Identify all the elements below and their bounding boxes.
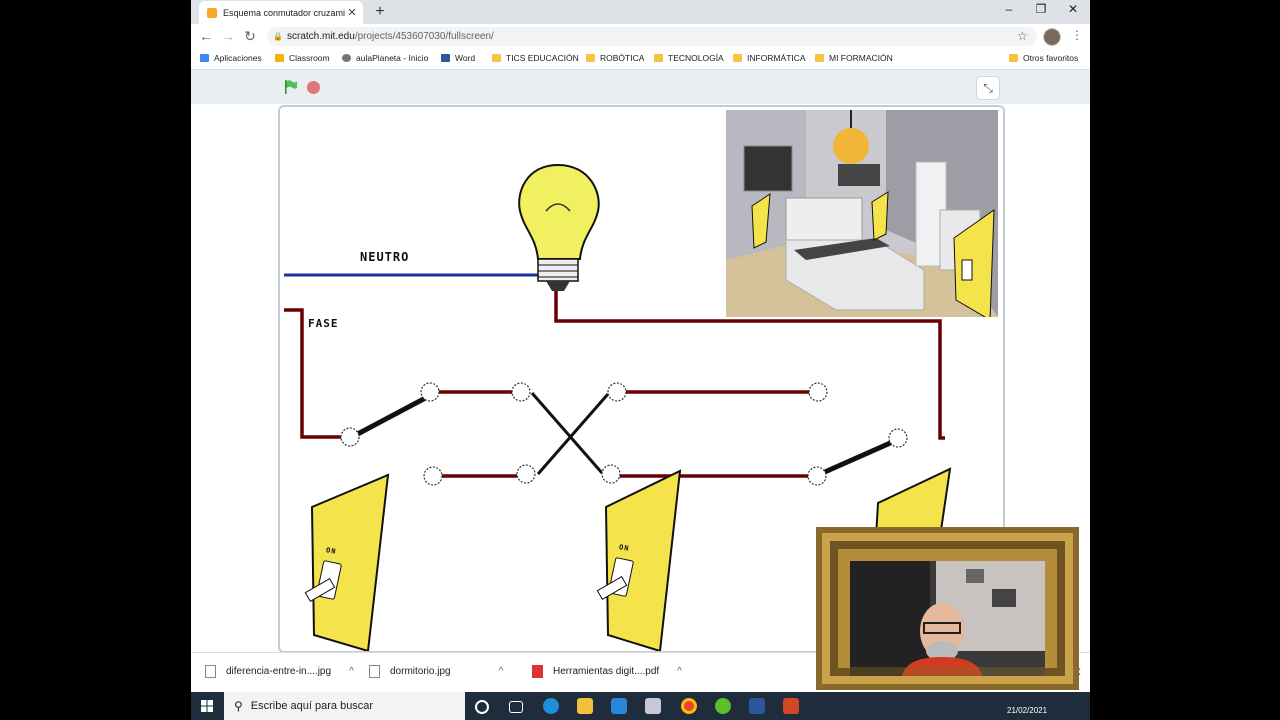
download-item[interactable]: diferencia-entre-in....jpg ^: [205, 665, 354, 678]
scratch-stage-header: ⤡: [191, 70, 1090, 104]
windows-start-icon[interactable]: [201, 700, 213, 712]
bookmark-aulaplaneta[interactable]: aulaPlaneta - Inicio: [342, 53, 428, 63]
folder-icon: [586, 54, 595, 62]
scratch-favicon-icon: [207, 7, 217, 18]
url-path: /projects/453607030/fullscreen/: [354, 31, 494, 42]
bookmark-label: Aplicaciones: [214, 53, 262, 63]
bookmark-label: Classroom: [289, 53, 330, 63]
word-taskbar-icon[interactable]: [749, 698, 765, 714]
wall-switch-left: [304, 473, 390, 651]
browser-tab[interactable]: Esquema conmutador cruzamien ✕: [199, 1, 363, 24]
close-window-button[interactable]: ✕: [1063, 2, 1083, 16]
folder-icon: [815, 54, 824, 62]
app-icon[interactable]: [715, 698, 731, 714]
globe-icon: [342, 54, 351, 62]
restore-button[interactable]: ❐: [1031, 2, 1051, 16]
green-flag-icon[interactable]: [284, 80, 298, 94]
phase-label: FASE: [308, 317, 339, 330]
webcam-overlay: [816, 527, 1079, 690]
apps-grid-icon: [200, 54, 209, 62]
classroom-icon: [275, 54, 284, 62]
cortana-icon[interactable]: [475, 700, 489, 714]
bookmark-label: TECNOLOGÍA: [668, 53, 724, 63]
wall-switch-middle: [596, 469, 682, 651]
url-host: scratch.mit.edu: [287, 31, 355, 42]
chrome-icon[interactable]: [681, 698, 697, 714]
image-file-icon: [369, 665, 380, 678]
browser-toolbar: ← → ↻ 🔒 scratch.mit.edu/projects/4536070…: [191, 24, 1090, 49]
switch-levers: [349, 391, 900, 478]
bedroom-image: [726, 110, 998, 317]
download-filename: dormitorio.jpg: [390, 666, 451, 677]
snipping-icon[interactable]: [645, 698, 661, 714]
search-placeholder: Escribe aquí para buscar: [250, 700, 374, 712]
folder-icon: [654, 54, 663, 62]
bookmark-aplicaciones[interactable]: Aplicaciones: [200, 53, 262, 63]
profile-avatar[interactable]: [1043, 28, 1061, 46]
forward-button[interactable]: →: [219, 28, 237, 44]
windows-taskbar: ⚲ Escribe aquí para buscar 21/02/2021: [191, 692, 1090, 720]
mail-icon[interactable]: [611, 698, 627, 714]
bookmark-label: Otros favoritos: [1023, 53, 1079, 63]
back-button[interactable]: ←: [197, 28, 215, 44]
word-icon: [441, 54, 450, 62]
bookmark-label: ROBÓTICA: [600, 53, 645, 63]
download-filename: diferencia-entre-in....jpg: [226, 666, 332, 677]
bookmark-label: TICS EDUCACIÓN: [506, 53, 579, 63]
switch-terminals: [340, 382, 908, 486]
tab-close-icon[interactable]: ✕: [345, 6, 359, 19]
stop-button[interactable]: [307, 81, 320, 94]
folder-icon: [733, 54, 742, 62]
file-explorer-icon[interactable]: [577, 698, 593, 714]
clock-date: 21/02/2021: [1007, 706, 1048, 715]
bookmark-label: MI FORMACIÓN: [829, 53, 893, 63]
bookmark-star-icon[interactable]: ☆: [1017, 29, 1028, 43]
pdf-file-icon: [532, 665, 543, 678]
lock-icon: 🔒: [273, 32, 283, 41]
tab-strip: Esquema conmutador cruzamien ✕ + – ❐ ✕: [191, 0, 1090, 24]
minimize-button[interactable]: –: [999, 2, 1019, 16]
bookmark-classroom[interactable]: Classroom: [275, 53, 330, 63]
light-bulb-icon: [518, 163, 600, 291]
exit-fullscreen-button[interactable]: ⤡: [976, 76, 1000, 100]
bookmark-label: aulaPlaneta - Inicio: [356, 53, 429, 63]
chevron-up-icon[interactable]: ^: [499, 666, 504, 677]
bookmark-tecnologia[interactable]: TECNOLOGÍA: [654, 53, 724, 63]
folder-icon: [492, 54, 501, 62]
image-file-icon: [205, 665, 216, 678]
new-tab-button[interactable]: +: [371, 3, 389, 21]
download-filename: Herramientas digit....pdf: [553, 666, 660, 677]
folder-icon: [1009, 54, 1018, 62]
bookmark-otros-favoritos[interactable]: Otros favoritos: [1009, 53, 1078, 63]
search-icon: ⚲: [234, 699, 243, 713]
download-item[interactable]: Herramientas digit....pdf ^: [532, 665, 682, 678]
chevron-up-icon[interactable]: ^: [349, 666, 354, 677]
bookmarks-bar: Aplicaciones Classroom aulaPlaneta - Ini…: [191, 49, 1090, 70]
download-item[interactable]: dormitorio.jpg ^: [369, 665, 503, 678]
task-view-icon[interactable]: [509, 701, 523, 713]
reload-button[interactable]: ↻: [241, 28, 259, 45]
crossover-lever: [530, 392, 610, 475]
taskbar-search[interactable]: ⚲ Escribe aquí para buscar: [224, 692, 465, 720]
browser-menu-icon[interactable]: ⋮: [1071, 28, 1083, 42]
bookmark-tics-educacion[interactable]: TICS EDUCACIÓN: [492, 53, 579, 63]
edge-icon[interactable]: [543, 698, 559, 714]
switch-on-label-left: ON: [325, 546, 338, 556]
powerpoint-taskbar-icon[interactable]: [783, 698, 799, 714]
bookmark-mi-formacion[interactable]: MI FORMACIÓN: [815, 53, 893, 63]
neutral-label: NEUTRO: [360, 250, 410, 264]
switch-on-label-middle: ON: [618, 543, 631, 553]
address-bar[interactable]: 🔒 scratch.mit.edu/projects/453607030/ful…: [267, 27, 1037, 46]
bookmark-informatica[interactable]: INFORMÁTICA: [733, 53, 806, 63]
bookmark-robotica[interactable]: ROBÓTICA: [586, 53, 644, 63]
bookmark-word[interactable]: Word: [441, 53, 475, 63]
tab-title: Esquema conmutador cruzamien: [223, 7, 345, 18]
bookmark-label: Word: [455, 53, 476, 63]
bookmark-label: INFORMÁTICA: [747, 53, 806, 63]
chevron-up-icon[interactable]: ^: [677, 666, 682, 677]
